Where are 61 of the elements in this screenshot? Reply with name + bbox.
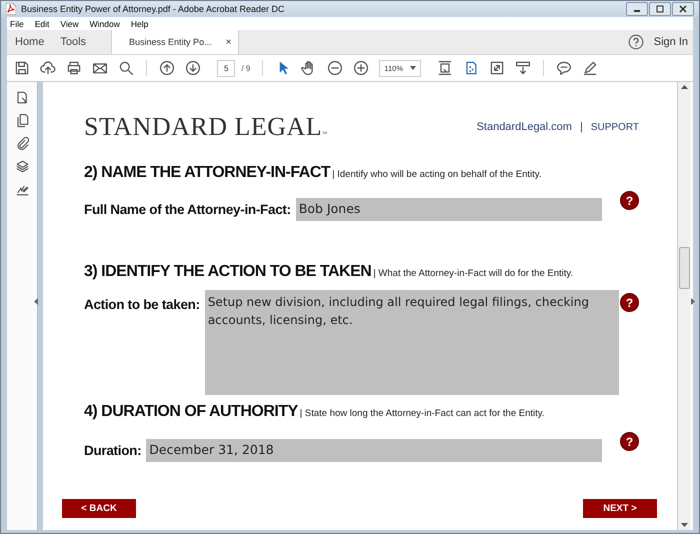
tab-close-button[interactable]: × <box>226 36 232 48</box>
support-link[interactable]: SUPPORT <box>590 122 639 132</box>
zoom-out-icon[interactable] <box>327 60 344 76</box>
link-separator: | <box>580 121 583 133</box>
full-screen-icon[interactable] <box>489 60 506 76</box>
help-button[interactable]: ? <box>620 191 639 210</box>
cloud-upload-icon[interactable] <box>40 60 56 76</box>
scroll-down-icon[interactable] <box>680 523 688 527</box>
scrollbar-thumb[interactable] <box>678 247 690 289</box>
menu-item[interactable]: Window <box>90 18 120 28</box>
pdf-file-icon <box>6 3 16 15</box>
field-label: Action to be taken: <box>84 297 200 312</box>
scroll-mode-icon[interactable] <box>515 60 532 76</box>
zoom-in-icon[interactable] <box>353 60 370 76</box>
section-heading: 3) IDENTIFY THE ACTION TO BE TAKEN <box>84 263 372 281</box>
pen-icon[interactable] <box>582 60 598 76</box>
next-button[interactable]: NEXT > <box>583 499 657 518</box>
maximize-icon <box>656 5 664 13</box>
field-label: Duration: <box>84 443 142 458</box>
menu-item[interactable]: Help <box>130 18 148 28</box>
section-heading: 4) DURATION OF AUTHORITY <box>84 403 298 421</box>
help-button[interactable]: ? <box>620 432 639 451</box>
section-hint: | State how long the Attorney-in-Fact can act for the Entity. <box>300 408 544 419</box>
help-icon[interactable] <box>628 34 644 50</box>
paperclip-icon[interactable] <box>14 136 30 151</box>
scroll-up-icon[interactable] <box>680 85 688 89</box>
input-field[interactable]: Bob Jones <box>296 198 602 221</box>
dropdown-caret-icon <box>410 66 416 70</box>
document-tab[interactable]: Business Entity Po... × <box>111 30 240 54</box>
comment-icon[interactable] <box>556 60 572 76</box>
menu-item[interactable]: Edit <box>34 18 50 28</box>
search-icon[interactable] <box>118 60 134 76</box>
nav-tab[interactable]: Home <box>7 30 52 54</box>
text-area[interactable]: Setup new division, including all required legal filings, checking accounts, licensing, etc. <box>204 290 619 395</box>
window-title: Business Entity Power of Attorney.pdf - Adobe Acrobat Reader DC <box>21 4 284 14</box>
website-link[interactable]: StandardLegal.com <box>476 121 572 133</box>
scrollbar[interactable] <box>677 82 690 530</box>
section-hint: | What the Attorney-in-Fact will do for the Entity. <box>373 268 574 279</box>
save-icon[interactable] <box>14 60 30 76</box>
maximize-button[interactable] <box>649 2 671 16</box>
sign-in-link[interactable]: Sign In <box>654 36 688 48</box>
print-icon[interactable] <box>66 60 82 76</box>
back-button[interactable]: < BACK <box>62 499 136 518</box>
section-hint: | Identify who will be acting on behalf of the Entity. <box>332 169 542 180</box>
fit-page-icon[interactable] <box>437 60 454 76</box>
export-pdf-icon[interactable] <box>14 90 30 105</box>
nav-tab[interactable]: Tools <box>52 30 94 54</box>
collapse-handle-icon[interactable] <box>34 298 38 305</box>
close-icon <box>679 5 687 13</box>
menu-item[interactable]: View <box>60 18 79 28</box>
menu-item[interactable]: File <box>10 18 24 28</box>
pages-icon[interactable] <box>14 113 30 128</box>
page-number-field[interactable]: 5 <box>217 60 236 76</box>
minimize-button[interactable] <box>626 2 648 16</box>
help-button[interactable]: ? <box>620 293 639 312</box>
close-button[interactable] <box>672 2 694 16</box>
page-count: / 9 <box>241 64 250 72</box>
input-field[interactable]: December 31, 2018 <box>146 439 602 462</box>
layers-icon[interactable] <box>14 159 30 174</box>
field-label: Full Name of the Attorney-in-Fact: <box>84 202 291 217</box>
section-heading: 2) NAME THE ATTORNEY-IN-FACT <box>84 164 330 182</box>
